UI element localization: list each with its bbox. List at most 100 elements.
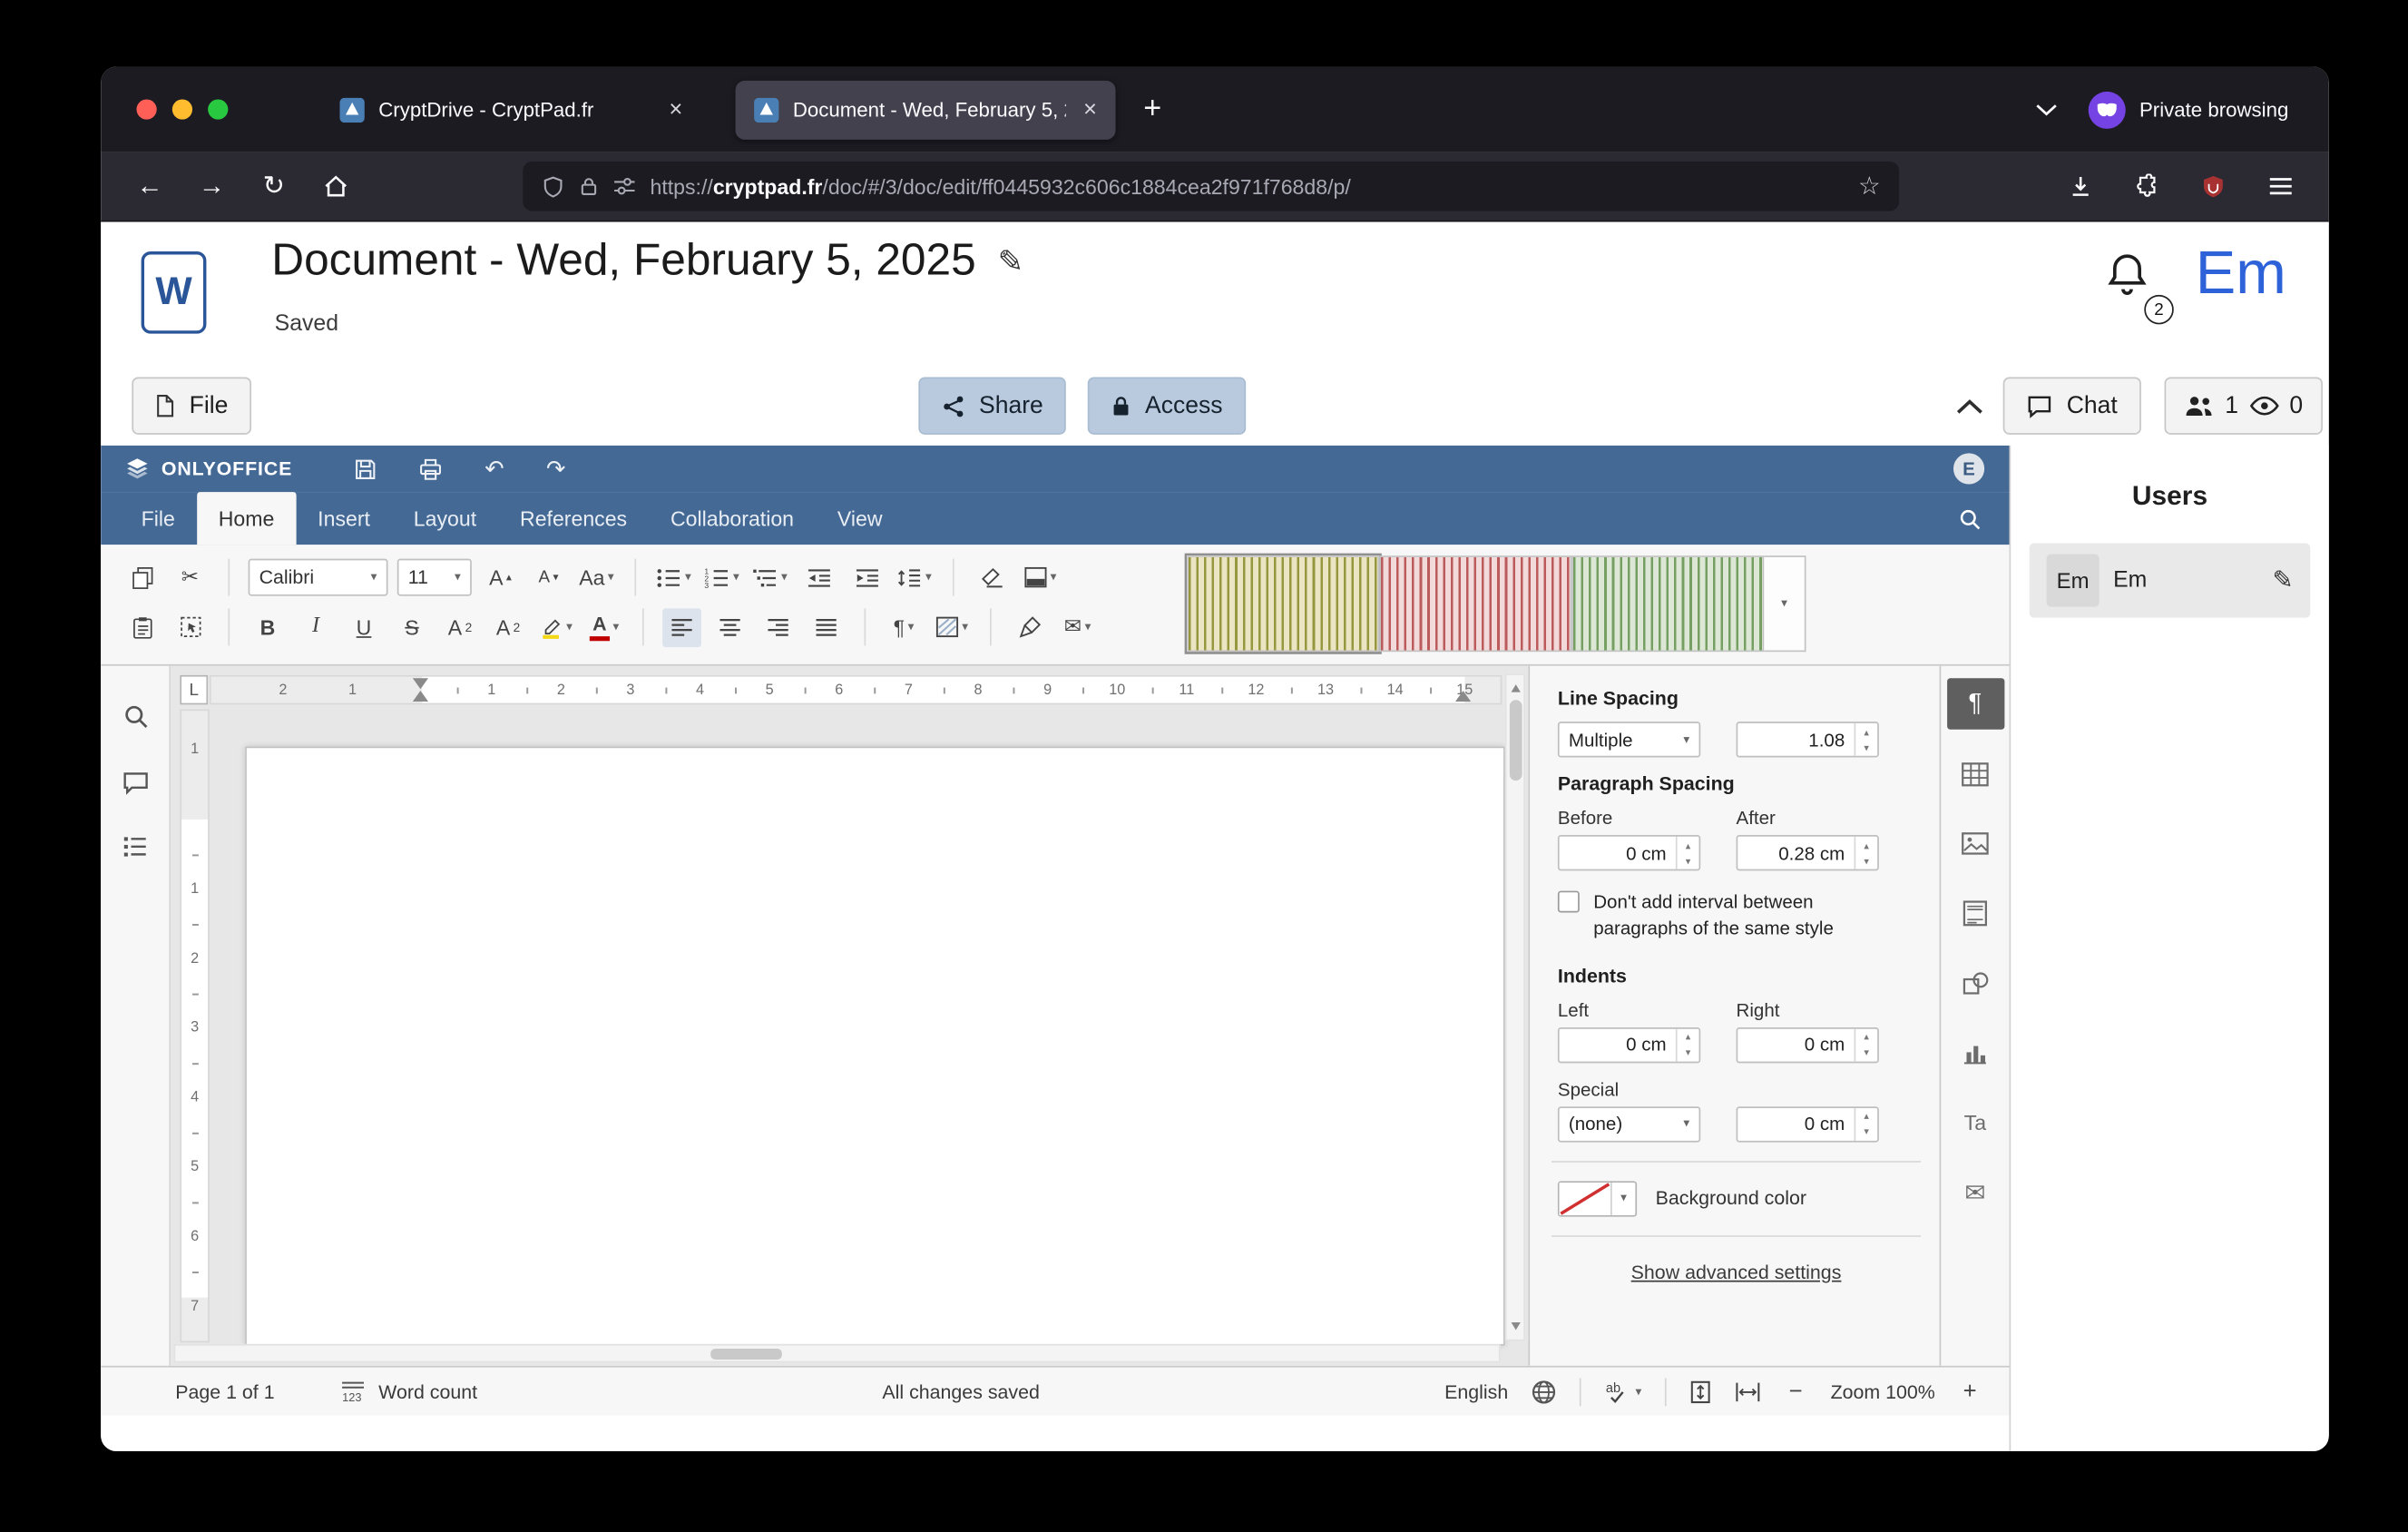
style-preview-tile[interactable] bbox=[1187, 555, 1379, 652]
table-settings-icon[interactable] bbox=[1946, 748, 2003, 799]
shading-button[interactable]: ▾ bbox=[933, 607, 972, 646]
copy-icon[interactable] bbox=[122, 558, 162, 597]
extensions-puzzle-icon[interactable] bbox=[2122, 163, 2170, 210]
language-selector[interactable]: English bbox=[1444, 1380, 1508, 1402]
print-icon[interactable] bbox=[419, 457, 443, 481]
list-tabs-chevron-icon[interactable] bbox=[2035, 103, 2057, 116]
users-presence-button[interactable]: 1 0 bbox=[2165, 378, 2324, 435]
style-preview-tile[interactable] bbox=[1571, 555, 1764, 652]
line-spacing-button[interactable]: ▾ bbox=[896, 558, 935, 597]
subscript-button[interactable]: A2 bbox=[489, 607, 528, 646]
line-spacing-select[interactable]: Multiple▾ bbox=[1558, 722, 1700, 757]
menu-tab-layout[interactable]: Layout bbox=[392, 492, 498, 545]
background-color-button[interactable]: ▾ bbox=[1558, 1181, 1637, 1216]
font-size-select[interactable]: 11▾ bbox=[397, 559, 472, 596]
bold-button[interactable]: B bbox=[249, 607, 288, 646]
align-right-button[interactable] bbox=[759, 607, 798, 646]
menu-tab-insert[interactable]: Insert bbox=[296, 492, 392, 545]
forward-icon[interactable]: → bbox=[188, 163, 236, 210]
menu-tab-collaboration[interactable]: Collaboration bbox=[649, 492, 816, 545]
increase-indent-button[interactable] bbox=[847, 558, 886, 597]
decrease-indent-button[interactable] bbox=[799, 558, 838, 597]
downloads-icon[interactable] bbox=[2056, 163, 2104, 210]
align-center-button[interactable] bbox=[710, 607, 749, 646]
tab-stop-selector[interactable]: L bbox=[180, 675, 208, 704]
connection-lock-icon[interactable] bbox=[579, 175, 599, 197]
vertical-scroll-thumb[interactable] bbox=[1510, 700, 1522, 781]
chart-settings-icon[interactable] bbox=[1946, 1027, 2003, 1078]
zoom-out-button[interactable]: − bbox=[1785, 1379, 1807, 1405]
numbering-button[interactable]: 123▾ bbox=[703, 558, 742, 597]
decrease-font-button[interactable]: A▾ bbox=[529, 558, 568, 597]
permissions-icon[interactable] bbox=[612, 175, 636, 197]
menu-hamburger-icon[interactable] bbox=[2256, 163, 2304, 210]
horizontal-scroll-thumb[interactable] bbox=[710, 1349, 782, 1360]
ublock-icon[interactable] bbox=[2189, 163, 2237, 210]
word-count-button[interactable]: 123 Word count bbox=[339, 1380, 477, 1403]
rename-pencil-icon[interactable]: ✎ bbox=[998, 242, 1024, 281]
underline-button[interactable]: U bbox=[345, 607, 384, 646]
zoom-window-button[interactable] bbox=[208, 99, 228, 119]
mail-merge-settings-icon[interactable]: ✉ bbox=[1946, 1167, 2003, 1218]
spacing-after-spinner[interactable]: 0.28 cm▴▾ bbox=[1737, 835, 1879, 870]
multilevel-list-button[interactable]: ▾ bbox=[751, 558, 790, 597]
italic-button[interactable]: I bbox=[297, 607, 336, 646]
share-button[interactable]: Share bbox=[918, 378, 1066, 435]
chat-button[interactable]: Chat bbox=[2003, 378, 2141, 435]
strikethrough-button[interactable]: S bbox=[393, 607, 432, 646]
navigation-headings-icon[interactable] bbox=[122, 837, 147, 857]
shape-settings-icon[interactable] bbox=[1946, 958, 2003, 1008]
scroll-down-arrow[interactable] bbox=[1511, 1322, 1520, 1335]
paragraph-settings-icon[interactable]: ¶ bbox=[1946, 678, 2003, 729]
change-case-button[interactable]: Aa▾ bbox=[577, 558, 616, 597]
document-canvas-area[interactable]: L 12123456789101112131415 121234567 bbox=[171, 666, 1528, 1366]
edit-name-pencil-icon[interactable]: ✎ bbox=[2273, 565, 2294, 595]
undo-icon[interactable]: ↶ bbox=[485, 455, 504, 483]
access-button[interactable]: Access bbox=[1088, 378, 1246, 435]
font-name-select[interactable]: Calibri▾ bbox=[249, 559, 388, 596]
increase-font-button[interactable]: A▴ bbox=[481, 558, 520, 597]
clear-style-button[interactable] bbox=[973, 558, 1012, 597]
search-icon[interactable] bbox=[1958, 506, 1982, 530]
reload-icon[interactable]: ↻ bbox=[250, 163, 298, 210]
scroll-up-arrow[interactable] bbox=[1511, 680, 1520, 692]
spacing-before-spinner[interactable]: 0 cm▴▾ bbox=[1558, 835, 1700, 870]
special-indent-select[interactable]: (none)▾ bbox=[1558, 1106, 1700, 1142]
back-icon[interactable]: ← bbox=[126, 163, 174, 210]
interval-checkbox[interactable] bbox=[1558, 891, 1580, 913]
fit-page-button[interactable] bbox=[1689, 1379, 1711, 1403]
document-page[interactable] bbox=[245, 747, 1505, 1346]
justify-button[interactable] bbox=[807, 607, 846, 646]
textart-settings-icon[interactable]: Ta bbox=[1946, 1097, 2003, 1148]
menu-tab-file[interactable]: File bbox=[120, 492, 197, 545]
menu-tab-view[interactable]: View bbox=[816, 492, 905, 545]
styles-gallery-expand-button[interactable]: ▾ bbox=[1764, 555, 1806, 652]
tab-close-icon[interactable]: × bbox=[1081, 96, 1101, 123]
left-indent-marker[interactable] bbox=[413, 683, 428, 702]
save-icon[interactable] bbox=[355, 457, 378, 481]
bullets-button[interactable]: ▾ bbox=[655, 558, 694, 597]
indent-left-spinner[interactable]: 0 cm▴▾ bbox=[1558, 1027, 1700, 1063]
tab-cryptdrive[interactable]: CryptDrive - CryptPad.fr × bbox=[321, 80, 701, 139]
paste-icon[interactable] bbox=[122, 607, 162, 646]
menu-tab-references[interactable]: References bbox=[498, 492, 649, 545]
fit-width-button[interactable] bbox=[1735, 1380, 1761, 1402]
url-bar[interactable]: https://cryptpad.fr/doc/#/3/doc/edit/ff0… bbox=[523, 162, 1899, 211]
new-tab-button[interactable]: + bbox=[1143, 92, 1161, 127]
spell-check-button[interactable]: ab ▾ bbox=[1604, 1380, 1641, 1403]
image-settings-icon[interactable] bbox=[1946, 818, 2003, 869]
notifications-bell-button[interactable]: 2 bbox=[2102, 250, 2174, 328]
collapse-toolbar-button[interactable] bbox=[1941, 383, 1997, 429]
superscript-button[interactable]: A2 bbox=[441, 607, 480, 646]
menu-tab-home[interactable]: Home bbox=[197, 492, 296, 545]
tracking-shield-icon[interactable] bbox=[542, 174, 565, 198]
paragraph-color-button[interactable]: ▾ bbox=[1021, 558, 1060, 597]
header-footer-settings-icon[interactable] bbox=[1946, 888, 2003, 938]
account-avatar[interactable]: Em bbox=[2196, 241, 2286, 309]
copy-style-button[interactable] bbox=[1010, 607, 1049, 646]
close-window-button[interactable] bbox=[136, 99, 156, 119]
mail-merge-button[interactable]: ✉▾ bbox=[1058, 607, 1097, 646]
horizontal-scrollbar[interactable] bbox=[174, 1344, 1501, 1363]
bookmark-star-icon[interactable]: ☆ bbox=[1858, 171, 1881, 201]
tab-document[interactable]: Document - Wed, February 5, 20 × bbox=[736, 80, 1116, 139]
